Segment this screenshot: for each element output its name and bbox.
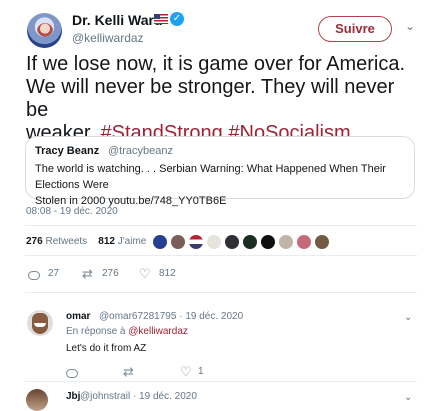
quoted-tweet-card[interactable]: Tracy Beanz @tracybeanz The world is wat…	[25, 136, 415, 207]
likes-label[interactable]: J'aime	[118, 236, 147, 247]
chevron-down-icon[interactable]: ⌄	[405, 19, 415, 33]
retweet-icon[interactable]: ⇄	[82, 266, 93, 282]
reply-author-avatar[interactable]	[27, 310, 53, 336]
divider-middle	[25, 255, 417, 256]
divider-next-reply	[25, 381, 417, 382]
divider-top	[25, 225, 417, 226]
liker-avatar-8[interactable]	[278, 234, 294, 250]
us-flag-icon	[154, 14, 168, 24]
verified-badge-icon: ✓	[170, 12, 184, 26]
retweet-count[interactable]: 276	[102, 268, 119, 279]
reply-meta[interactable]: @omar67281795 · 19 déc. 2020	[99, 311, 243, 322]
liker-avatar-3[interactable]	[188, 234, 204, 250]
follow-button[interactable]: Suivre	[318, 16, 392, 42]
reply-icon[interactable]	[28, 271, 40, 280]
tweet-text: If we lose now, it is game over for Amer…	[26, 53, 416, 145]
engagement-stats: 276 Retweets 812 J'aime	[26, 236, 146, 247]
reply-author-name[interactable]: omar	[66, 311, 90, 322]
reply-to-handle[interactable]: @kelliwardaz	[128, 326, 188, 337]
retweets-count[interactable]: 276	[26, 236, 43, 247]
next-reply-avatar[interactable]	[26, 389, 48, 411]
liker-avatar-2[interactable]	[170, 234, 186, 250]
reply-prefix: En réponse à	[66, 326, 129, 337]
like-icon-small[interactable]: ♡	[180, 364, 192, 380]
retweet-icon-small[interactable]: ⇄	[123, 364, 134, 380]
tweet-text-line-2: We will never be stronger. They will nev…	[26, 76, 395, 121]
author-name[interactable]: Dr. Kelli Ward	[72, 12, 163, 28]
quoted-author-handle: @tracybeanz	[108, 145, 173, 157]
reply-count[interactable]: 27	[48, 268, 59, 279]
liker-avatar-5[interactable]	[224, 234, 240, 250]
tweet-text-line-1: If we lose now, it is game over for Amer…	[26, 53, 406, 75]
next-reply-chevron-down-icon[interactable]: ⌄	[404, 392, 412, 403]
reply-text: Let's do it from AZ	[66, 343, 147, 354]
liker-avatar-9[interactable]	[296, 234, 312, 250]
like-icon[interactable]: ♡	[139, 266, 151, 282]
divider-replies	[25, 292, 417, 293]
quoted-tweet-text: The world is watching. . . Serbian Warni…	[35, 161, 405, 209]
reply-context: En réponse à @kelliwardaz	[66, 326, 188, 337]
liker-avatar-6[interactable]	[242, 234, 258, 250]
author-handle[interactable]: @kelliwardaz	[72, 31, 144, 45]
reply-icon-small[interactable]	[66, 369, 78, 378]
likes-count[interactable]: 812	[98, 236, 115, 247]
liker-avatar-4[interactable]	[206, 234, 222, 250]
quoted-author-name: Tracy Beanz	[35, 145, 100, 157]
liker-avatar-10[interactable]	[314, 234, 330, 250]
author-avatar[interactable]	[27, 13, 62, 48]
like-count[interactable]: 812	[159, 268, 176, 279]
tweet-timestamp[interactable]: 08:08 - 19 déc. 2020	[26, 206, 118, 217]
reply-chevron-down-icon[interactable]: ⌄	[404, 312, 412, 323]
next-reply-meta[interactable]: @johnstrail · 19 déc. 2020	[80, 391, 197, 402]
retweets-label[interactable]: Retweets	[45, 236, 87, 247]
liker-avatar-7[interactable]	[260, 234, 276, 250]
next-reply-name[interactable]: Jbj	[66, 391, 80, 402]
liker-avatar-1[interactable]	[152, 234, 168, 250]
reply-like-count[interactable]: 1	[198, 366, 204, 377]
quoted-line-1: The world is watching. . . Serbian Warni…	[35, 163, 386, 191]
